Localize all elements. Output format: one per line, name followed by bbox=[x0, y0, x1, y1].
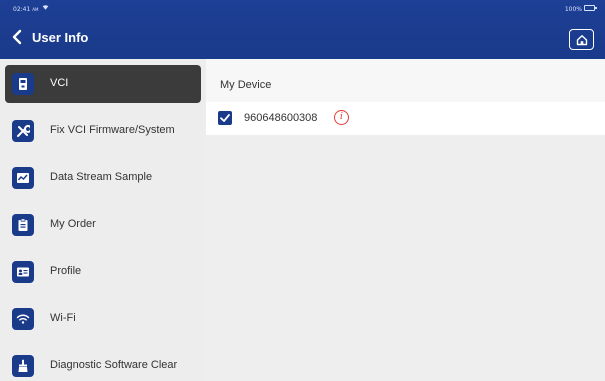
sidebar-item-label: Profile bbox=[50, 265, 82, 277]
battery-percent: 100% bbox=[564, 6, 582, 13]
main-panel: My Device 960648600308 i bbox=[206, 59, 605, 381]
section-title: My Device bbox=[220, 79, 272, 91]
status-time: 02:41 AM bbox=[13, 6, 39, 13]
device-checkbox[interactable] bbox=[218, 111, 232, 125]
battery-icon bbox=[584, 5, 597, 11]
sidebar-item-fix-vci-firmware[interactable]: Fix VCI Firmware/System bbox=[5, 112, 201, 150]
sidebar-item-profile[interactable]: Profile bbox=[5, 253, 201, 291]
sidebar-item-label: Data Stream Sample bbox=[50, 171, 153, 183]
app-header: 02:41 AM 100% User Info bbox=[0, 0, 605, 59]
device-row[interactable]: 960648600308 i bbox=[206, 102, 605, 135]
wifi-signal-icon bbox=[42, 5, 49, 10]
brush-icon bbox=[12, 355, 34, 377]
checkmark-icon bbox=[220, 114, 230, 122]
sidebar-item-my-order[interactable]: My Order bbox=[5, 206, 201, 244]
back-arrow-icon[interactable] bbox=[11, 29, 23, 45]
home-button[interactable] bbox=[569, 29, 594, 50]
status-bar: 02:41 AM 100% bbox=[0, 0, 605, 20]
sidebar-item-data-stream-sample[interactable]: Data Stream Sample bbox=[5, 159, 201, 197]
device-serial: 960648600308 bbox=[244, 112, 318, 124]
profile-card-icon bbox=[12, 261, 34, 283]
sidebar-item-label: My Order bbox=[50, 218, 96, 230]
section-header: My Device bbox=[206, 59, 605, 102]
sidebar-item-label: Wi-Fi bbox=[50, 312, 76, 324]
sidebar-item-diagnostic-software-clear[interactable]: Diagnostic Software Clear bbox=[5, 347, 201, 381]
info-icon[interactable]: i bbox=[334, 110, 349, 125]
wifi-icon bbox=[12, 308, 34, 330]
sidebar-item-label: Fix VCI Firmware/System bbox=[50, 124, 175, 136]
page-title: User Info bbox=[32, 30, 89, 45]
vci-icon bbox=[12, 73, 34, 95]
wrench-icon bbox=[12, 120, 34, 142]
sidebar-item-label: VCI bbox=[50, 77, 69, 89]
data-stream-icon bbox=[12, 167, 34, 189]
sidebar-item-wifi[interactable]: Wi-Fi bbox=[5, 300, 201, 338]
clipboard-icon bbox=[12, 214, 34, 236]
sidebar-item-label: Diagnostic Software Clear bbox=[50, 359, 178, 371]
sidebar-item-vci[interactable]: VCI bbox=[5, 65, 201, 103]
sidebar: VCI Fix VCI Firmware/System Data Stream … bbox=[0, 59, 206, 381]
home-icon bbox=[576, 34, 587, 45]
